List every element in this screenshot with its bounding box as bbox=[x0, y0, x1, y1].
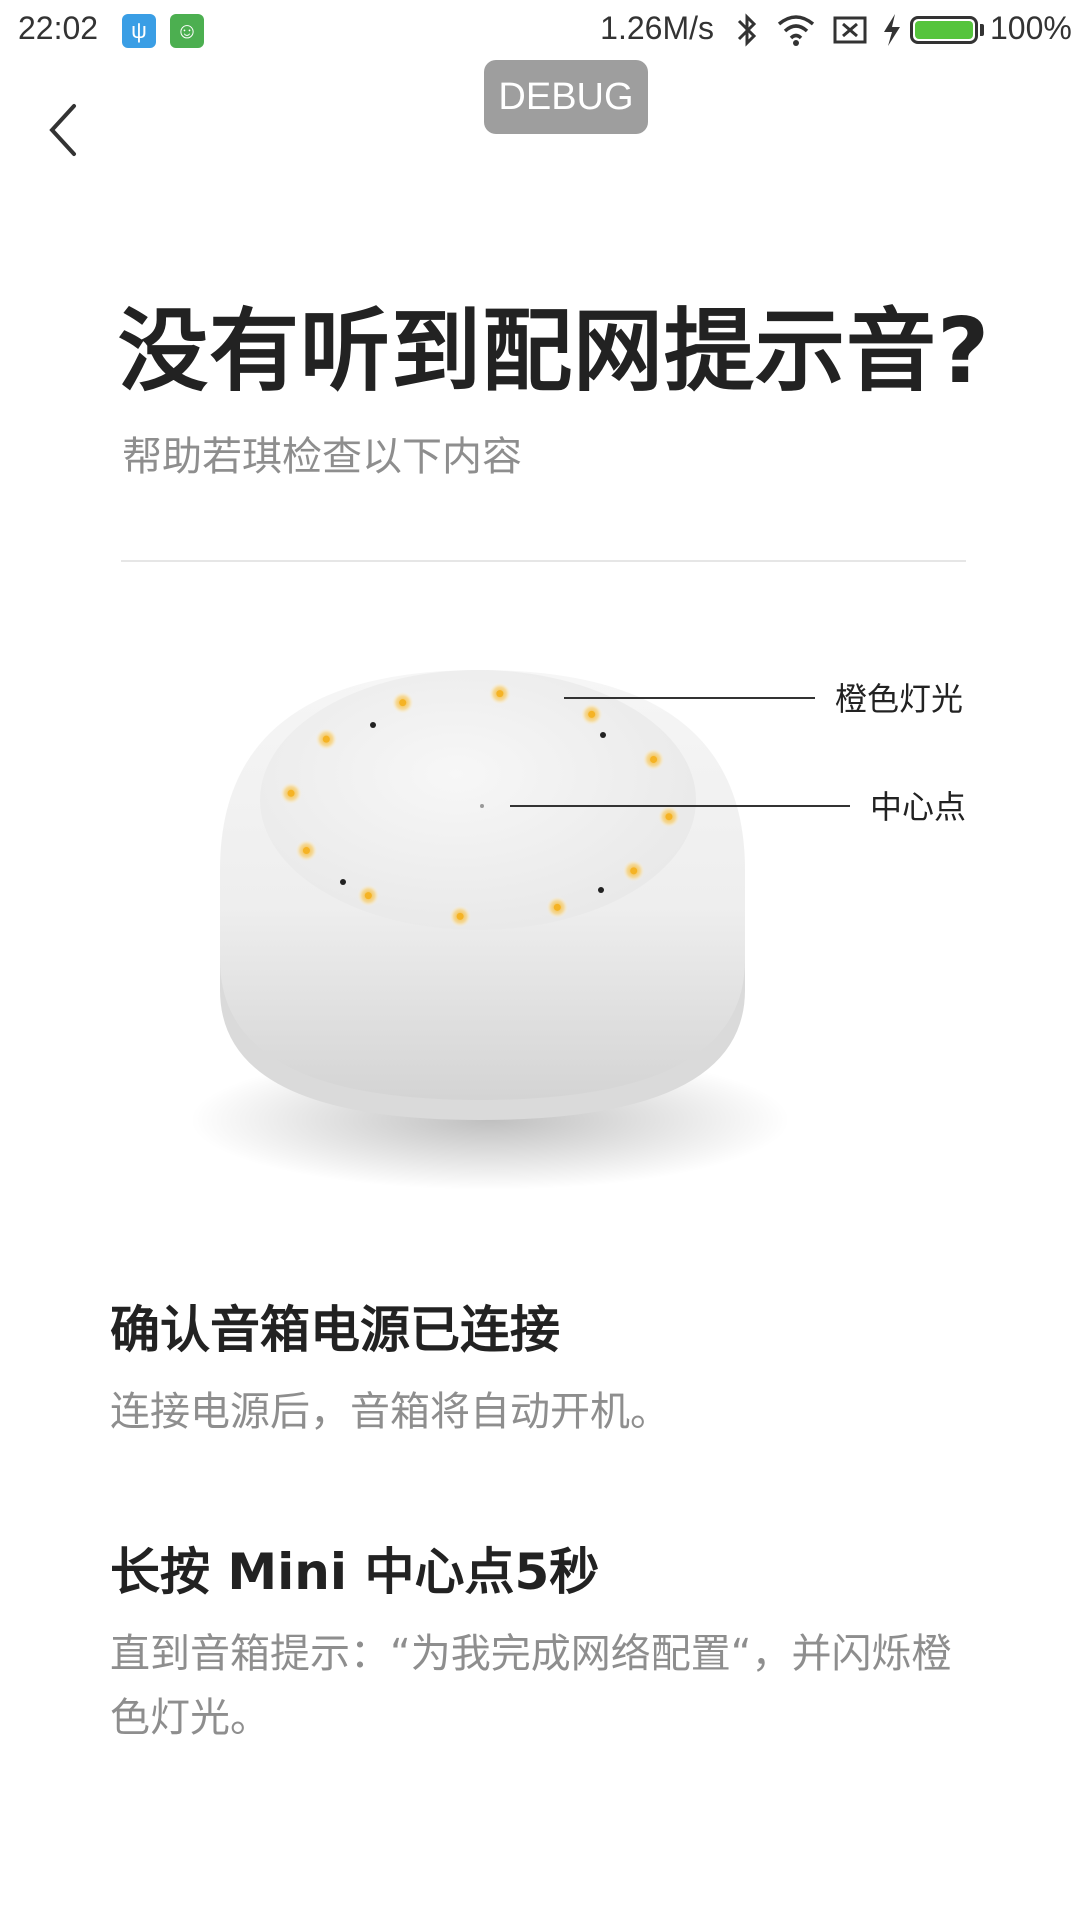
charging-bolt-icon bbox=[884, 14, 900, 46]
step-1-text: 连接电源后，音箱将自动开机。 bbox=[110, 1389, 670, 1435]
status-bar: 22:02 ψ ☺ 1.26M/s 100% bbox=[0, 0, 1080, 62]
step-2-text: 直到音箱提示：“为我完成网络配置“，并闪烁橙色灯光。 bbox=[110, 1631, 952, 1741]
divider bbox=[121, 560, 966, 562]
wifi-icon bbox=[777, 15, 815, 46]
bluetooth-icon bbox=[737, 13, 757, 47]
label-center-point: 中心点 bbox=[870, 788, 966, 826]
usb-icon: ψ bbox=[122, 14, 156, 48]
back-button[interactable] bbox=[40, 100, 90, 160]
chevron-left-icon bbox=[49, 104, 76, 156]
battery-percentage: 100% bbox=[990, 10, 1072, 46]
android-debug-icon: ☺ bbox=[170, 14, 204, 48]
step-2-heading: 长按 Mini 中心点5秒 bbox=[110, 1543, 600, 1601]
led-dot bbox=[588, 710, 596, 718]
led-dot bbox=[630, 867, 638, 875]
speaker-top bbox=[260, 670, 696, 930]
led-dot bbox=[399, 699, 407, 707]
page-title: 没有听到配网提示音? bbox=[118, 299, 991, 404]
led-dot bbox=[287, 789, 295, 797]
status-time: 22:02 bbox=[18, 10, 99, 46]
sim-off-icon bbox=[833, 16, 867, 44]
led-dot bbox=[553, 903, 561, 911]
led-dot bbox=[364, 892, 372, 900]
mic-hole bbox=[600, 732, 606, 738]
led-dot bbox=[456, 912, 464, 920]
step-1-heading: 确认音箱电源已连接 bbox=[110, 1301, 560, 1359]
mic-hole bbox=[370, 722, 376, 728]
led-dot bbox=[650, 755, 658, 763]
speaker-illustration: 橙色灯光 中心点 bbox=[190, 670, 966, 1190]
led-dot bbox=[302, 847, 310, 855]
label-orange-light: 橙色灯光 bbox=[835, 680, 963, 718]
network-speed: 1.26M/s bbox=[600, 10, 714, 46]
mic-hole bbox=[340, 879, 346, 885]
battery-icon bbox=[910, 16, 978, 44]
battery-cap bbox=[980, 24, 984, 36]
page-subtitle: 帮助若琪检查以下内容 bbox=[122, 434, 522, 480]
debug-badge: DEBUG bbox=[484, 60, 648, 134]
battery-fill bbox=[915, 21, 973, 39]
led-dot bbox=[665, 813, 673, 821]
center-point bbox=[480, 804, 484, 808]
led-dot bbox=[496, 690, 504, 698]
led-dot bbox=[322, 735, 330, 743]
mic-hole bbox=[598, 887, 604, 893]
